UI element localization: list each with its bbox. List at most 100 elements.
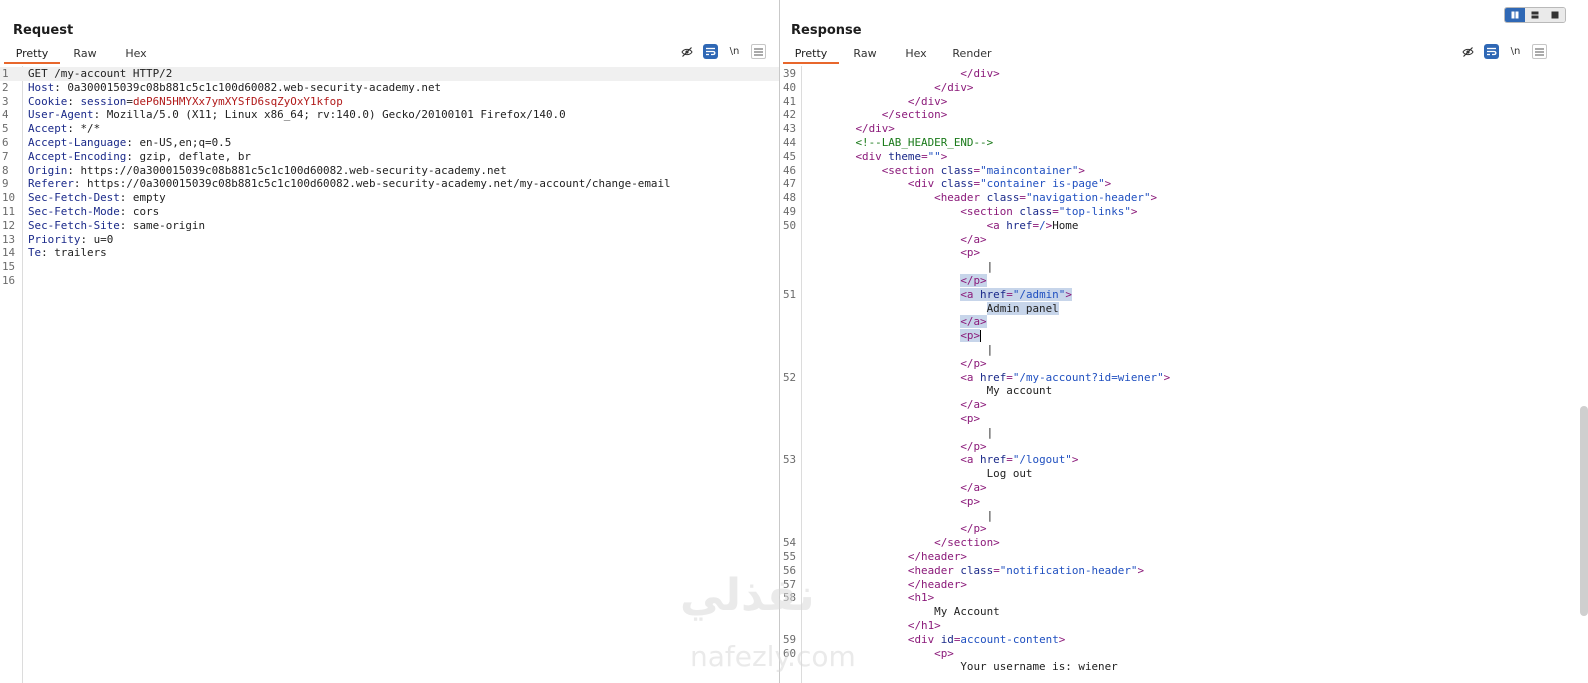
code-token: Te xyxy=(28,246,42,260)
response-tab-pretty[interactable]: Pretty xyxy=(783,44,839,64)
code-text: Sec-Fetch-Dest: empty xyxy=(28,191,166,205)
request-editor[interactable]: 1 GET /my-account HTTP/2 2 Host: 0a30001503… xyxy=(0,66,779,683)
code-line: 42 </section> xyxy=(781,108,1588,122)
code-text: Host: 0a300015039c08b881c5c1c100d60082.w… xyxy=(28,81,441,95)
line-number: 9 xyxy=(2,177,9,191)
code-token: </p> xyxy=(960,439,987,453)
code-token: : trailers xyxy=(41,246,107,260)
code-line: <p> xyxy=(781,412,1588,426)
eye-off-icon[interactable] xyxy=(679,44,694,59)
code-token: <!--LAB_HEADER_END--> xyxy=(855,136,994,149)
layout-tabs-icon[interactable] xyxy=(1545,8,1565,22)
line-number: 44 xyxy=(783,136,797,149)
code-token: > xyxy=(1065,287,1072,301)
menu-icon[interactable] xyxy=(1532,44,1547,59)
request-tab-hex[interactable]: Hex xyxy=(110,44,162,64)
code-token: </div> xyxy=(934,80,974,94)
eye-off-icon[interactable] xyxy=(1460,44,1475,59)
line-number: 5 xyxy=(2,122,9,136)
response-tab-render[interactable]: Render xyxy=(941,44,1003,64)
response-tab-hex[interactable]: Hex xyxy=(891,44,941,64)
word-wrap-icon[interactable] xyxy=(703,44,718,59)
line-number: 8 xyxy=(2,163,9,177)
code-token: : 0a300015039c08b881c5c1c100d60082.web-s… xyxy=(54,80,442,94)
newline-icon[interactable]: \n xyxy=(1508,44,1523,59)
code-line: 3 Cookie: session=deP6N5HMYXx7ymXYSfD6sqZ… xyxy=(0,95,779,109)
response-pane: Response Pretty Raw Hex Render \n 39 </d… xyxy=(781,0,1588,683)
code-token: <header xyxy=(907,563,961,577)
code-line: <p> xyxy=(781,495,1588,509)
code-token: account-content xyxy=(960,632,1059,646)
code-token: <h1> xyxy=(907,591,935,605)
code-text: Sec-Fetch-Mode: cors xyxy=(28,205,159,219)
request-tab-raw[interactable]: Raw xyxy=(60,44,110,64)
code-line: </a> xyxy=(781,315,1588,329)
code-text: </section> xyxy=(803,536,1000,550)
code-text: My account xyxy=(803,384,1053,398)
code-token: </p> xyxy=(960,522,987,536)
code-token: <a xyxy=(986,218,1007,232)
code-text: </a> xyxy=(803,233,986,247)
code-line: 51 <a href="/admin"> xyxy=(781,287,1588,302)
request-title: Request xyxy=(13,23,74,38)
code-text: <section class="top-links"> xyxy=(803,205,1137,219)
code-line: 14 Te: trailers xyxy=(0,246,779,260)
text-caret xyxy=(980,330,982,343)
code-text: <a href="/admin"> xyxy=(803,287,1072,302)
response-tab-raw[interactable]: Raw xyxy=(839,44,891,64)
code-text: User-Agent: Mozilla/5.0 (X11; Linux x86_… xyxy=(28,108,566,122)
code-token: <section xyxy=(960,205,1020,218)
code-token: : en-US,en;q=0.5 xyxy=(126,136,232,149)
response-toolbar: \n xyxy=(1460,44,1547,59)
newline-icon[interactable]: \n xyxy=(727,44,742,59)
request-tab-pretty[interactable]: Pretty xyxy=(4,44,60,64)
code-text: <p> xyxy=(803,329,982,343)
code-token: Log out xyxy=(803,467,1033,481)
request-tabs: Pretty Raw Hex xyxy=(4,44,162,64)
code-token: Sec-Fetch-Dest xyxy=(28,191,120,205)
code-line: Log out xyxy=(781,467,1588,481)
code-text: </p> xyxy=(803,439,987,454)
code-token: Admin panel xyxy=(986,301,1059,315)
code-token: href xyxy=(980,370,1007,384)
menu-icon[interactable] xyxy=(751,44,766,59)
code-text: </section> xyxy=(803,108,948,122)
line-number: 10 xyxy=(2,191,16,205)
code-token: theme xyxy=(888,149,922,163)
code-token: <a xyxy=(960,287,981,301)
code-text: Accept-Language: en-US,en;q=0.5 xyxy=(28,136,231,150)
code-token: > xyxy=(1137,563,1145,577)
line-number: 41 xyxy=(783,94,797,108)
layout-stacked-icon[interactable] xyxy=(1525,8,1545,22)
code-token: class xyxy=(940,163,974,177)
line-number: 43 xyxy=(783,122,797,136)
request-pane: Request Pretty Raw Hex \n 1 GET /my-accou… xyxy=(0,0,780,683)
code-token: "top-links" xyxy=(1058,205,1131,218)
code-token: Home xyxy=(1052,218,1079,232)
line-number: 51 xyxy=(783,287,797,301)
code-token: </div> xyxy=(855,122,895,136)
response-editor[interactable]: 39 </div> 40 </div> 41 </div> 42 </section>… xyxy=(781,66,1588,683)
code-token: My account xyxy=(803,384,1053,398)
code-token: "maincontainer" xyxy=(980,163,1079,177)
code-token: "/admin" xyxy=(1012,287,1066,301)
code-line: 52 <a href="/my-account?id=wiener"> xyxy=(781,371,1588,385)
code-token: User-Agent xyxy=(28,108,94,122)
word-wrap-icon[interactable] xyxy=(1484,44,1499,59)
code-token: <p> xyxy=(960,329,981,343)
code-token: <div xyxy=(907,632,941,646)
code-line: 10 Sec-Fetch-Dest: empty xyxy=(0,191,779,205)
layout-side-by-side-icon[interactable] xyxy=(1505,8,1525,22)
line-number: 4 xyxy=(2,108,9,122)
line-number: 49 xyxy=(783,205,797,218)
code-text: </div> xyxy=(803,81,973,95)
line-number: 12 xyxy=(2,218,16,232)
code-token: > xyxy=(1104,177,1112,191)
code-token: : empty xyxy=(119,191,166,205)
